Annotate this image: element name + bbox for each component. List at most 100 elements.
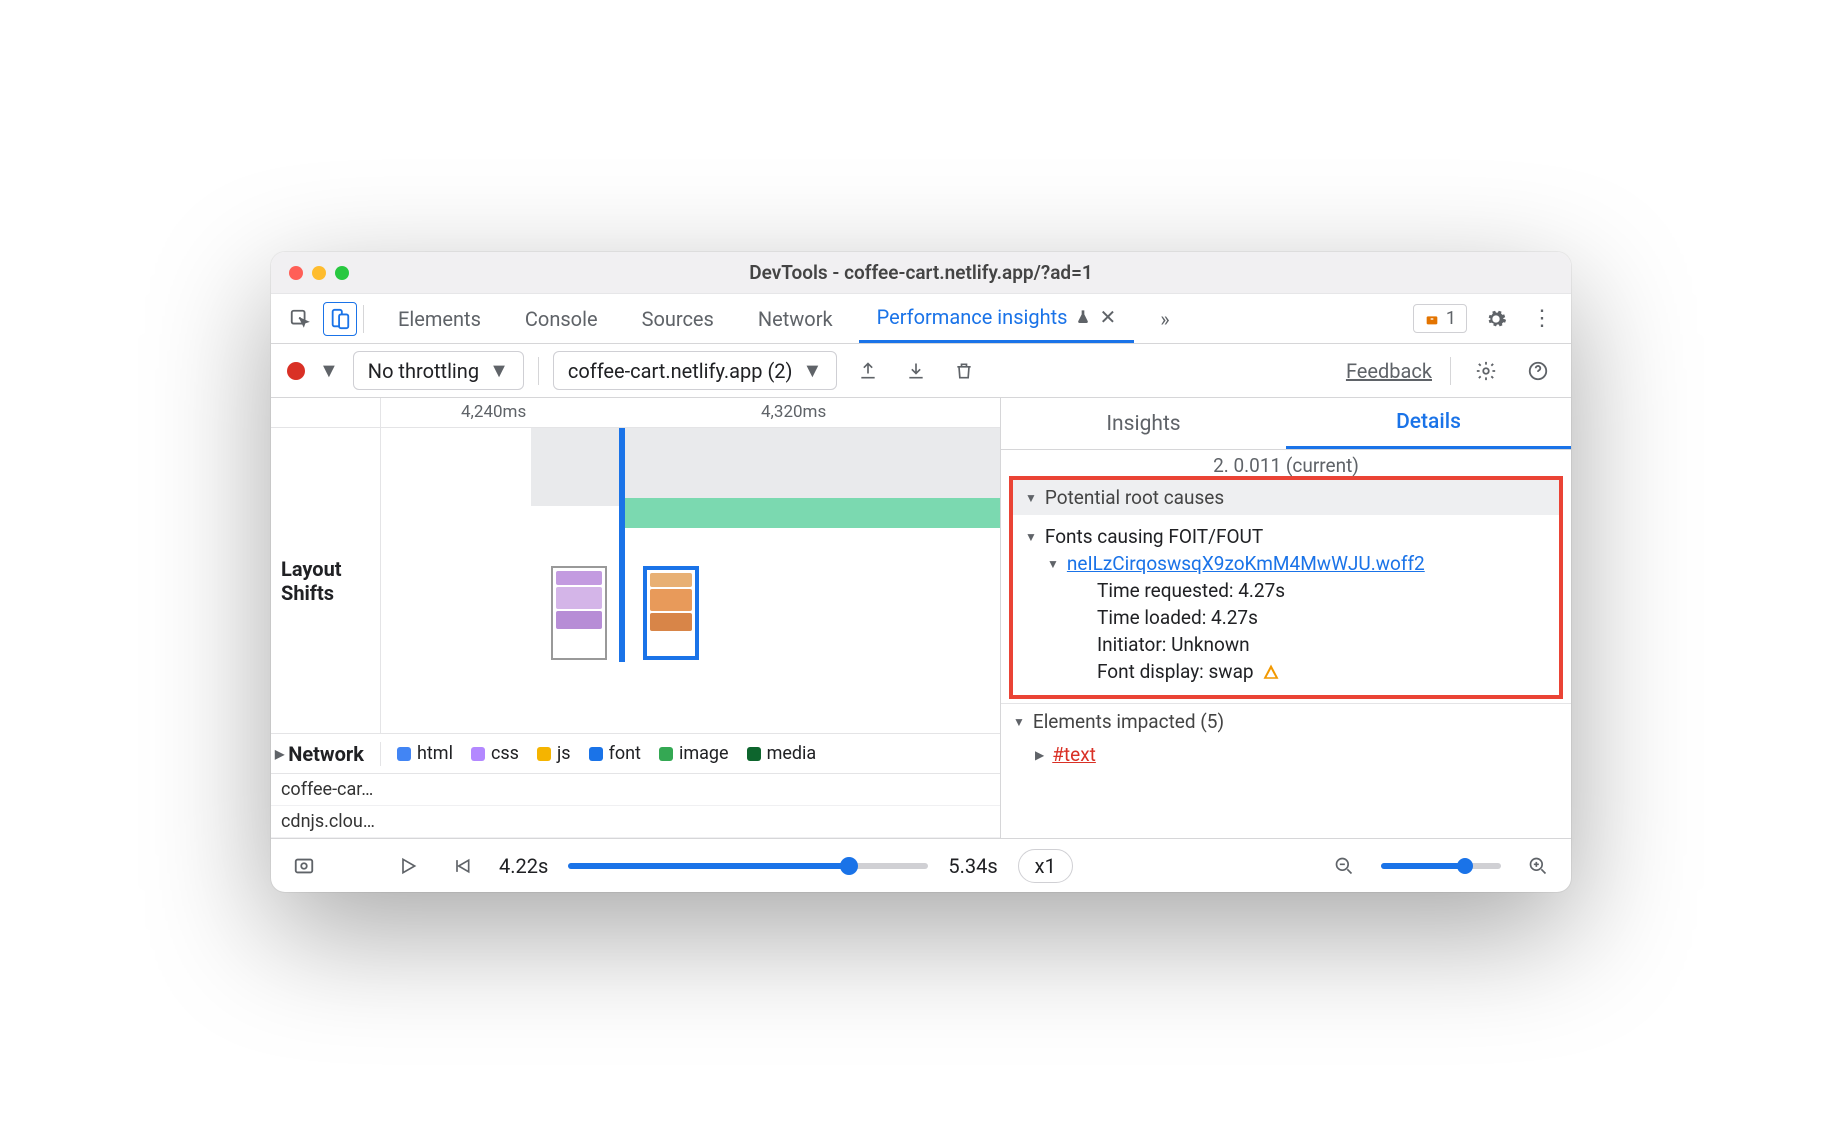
node-label: Fonts causing FOIT/FOUT: [1045, 525, 1263, 548]
tabrow-right: 1 ⋮: [1413, 302, 1559, 336]
detail-time-loaded: Time loaded: 4.27s: [1025, 604, 1547, 631]
more-tabs-button[interactable]: »: [1142, 294, 1187, 343]
section-elements-impacted[interactable]: ▼ Elements impacted (5): [1001, 704, 1571, 739]
detail-time-requested: Time requested: 4.27s: [1025, 577, 1547, 604]
record-dropdown-icon[interactable]: ▼: [319, 358, 339, 383]
playhead[interactable]: [619, 428, 625, 662]
inspect-icon[interactable]: [283, 302, 317, 336]
layout-shifts-row: Layout Shifts: [271, 428, 1000, 734]
help-icon[interactable]: [1521, 354, 1555, 388]
tab-elements[interactable]: Elements: [380, 294, 499, 343]
tab-console[interactable]: Console: [507, 294, 616, 343]
zoom-out-icon[interactable]: [1327, 849, 1361, 883]
font-file-link[interactable]: neILzCirqoswsqX9zoKmM4MwWJU.woff2: [1067, 552, 1425, 575]
network-label[interactable]: ▶ Network: [271, 742, 381, 766]
section-title: Elements impacted (5): [1033, 710, 1224, 733]
flask-icon: [1075, 309, 1091, 325]
timeline-region: [531, 428, 1000, 506]
import-icon[interactable]: [899, 354, 933, 388]
scrub-end-time: 5.34s: [948, 854, 997, 878]
legend-js: js: [537, 743, 571, 764]
chevron-down-icon: ▼: [803, 358, 823, 383]
throttling-label: No throttling: [368, 359, 479, 383]
impacted-element[interactable]: ▶ #text: [1001, 739, 1571, 766]
network-header-row: ▶ Network html css js font image media: [271, 734, 1000, 774]
scrub-start-time: 4.22s: [499, 854, 548, 878]
highlighted-section: ▼ Potential root causes ▼ Fonts causing …: [1009, 476, 1563, 699]
expand-icon: ▶: [1035, 748, 1044, 762]
tab-insights[interactable]: Insights: [1001, 398, 1286, 449]
timeline-region: [619, 498, 1000, 528]
skip-start-icon[interactable]: [445, 849, 479, 883]
perf-toolbar: ▼ No throttling ▼ coffee-cart.netlify.ap…: [271, 344, 1571, 398]
feedback-link[interactable]: Feedback: [1346, 359, 1432, 383]
traffic-lights: [271, 266, 349, 280]
devtools-window: DevTools - coffee-cart.netlify.app/?ad=1…: [271, 252, 1571, 892]
screenshot-thumbnail-selected[interactable]: [643, 566, 699, 660]
divider: [363, 305, 364, 333]
tree-node-font-file[interactable]: ▼ neILzCirqoswsqX9zoKmM4MwWJU.woff2: [1025, 550, 1547, 577]
legend-html: html: [397, 743, 453, 764]
warning-icon: [1424, 311, 1440, 327]
tab-network[interactable]: Network: [740, 294, 851, 343]
zoom-window-button[interactable]: [335, 266, 349, 280]
export-icon[interactable]: [851, 354, 885, 388]
network-file-row[interactable]: coffee-car…: [271, 774, 1000, 806]
layout-shifts-label: Layout Shifts: [271, 428, 381, 733]
divider: [1450, 357, 1451, 385]
zoom-in-icon[interactable]: [1521, 849, 1555, 883]
screenshot-thumbnail[interactable]: [551, 566, 607, 660]
tree-node-fonts[interactable]: ▼ Fonts causing FOIT/FOUT: [1025, 523, 1547, 550]
collapse-icon: ▼: [1025, 491, 1037, 505]
details-pane: Insights Details 2. 0.011 (current) ▼ Po…: [1001, 398, 1571, 838]
play-icon[interactable]: [391, 849, 425, 883]
collapse-icon: ▼: [1013, 715, 1025, 729]
close-window-button[interactable]: [289, 266, 303, 280]
network-file-row[interactable]: cdnjs.clou…: [271, 806, 1000, 838]
network-legend: html css js font image media: [381, 743, 816, 764]
collapse-icon: ▼: [1047, 557, 1059, 571]
legend-font: font: [589, 743, 641, 764]
timeline-pane: 4,240ms 4,320ms Layout Shifts: [271, 398, 1001, 838]
time-tick: 4,240ms: [461, 402, 526, 422]
window-title: DevTools - coffee-cart.netlify.app/?ad=1: [271, 261, 1571, 284]
throttling-select[interactable]: No throttling ▼: [353, 351, 524, 390]
expand-icon: ▶: [275, 747, 284, 761]
right-tabs: Insights Details: [1001, 398, 1571, 450]
seek-slider[interactable]: [568, 863, 928, 869]
page-select-label: coffee-cart.netlify.app (2): [568, 359, 793, 383]
legend-media: media: [747, 743, 817, 764]
elements-impacted-section: ▼ Elements impacted (5) ▶ #text: [1001, 703, 1571, 766]
warning-icon: [1262, 663, 1280, 681]
delete-icon[interactable]: [947, 354, 981, 388]
issues-count: 1: [1446, 308, 1456, 329]
chevron-down-icon: ▼: [489, 358, 509, 383]
playback-speed[interactable]: x1: [1018, 849, 1073, 883]
kebab-menu-icon[interactable]: ⋮: [1525, 302, 1559, 336]
close-tab-icon[interactable]: ✕: [1099, 305, 1116, 329]
record-button[interactable]: [287, 362, 305, 380]
tab-performance-insights[interactable]: Performance insights ✕: [859, 294, 1135, 343]
section-title: Potential root causes: [1045, 486, 1224, 509]
impacted-element-link[interactable]: #text: [1052, 743, 1096, 766]
details-content: 2. 0.011 (current) ▼ Potential root caus…: [1001, 450, 1571, 838]
panel-settings-icon[interactable]: [1469, 354, 1503, 388]
zoom-slider[interactable]: [1381, 863, 1501, 869]
playback-bar: 4.22s 5.34s x1: [271, 838, 1571, 892]
settings-icon[interactable]: [1479, 302, 1513, 336]
minimize-window-button[interactable]: [312, 266, 326, 280]
toggle-visibility-icon[interactable]: [287, 849, 321, 883]
tab-details[interactable]: Details: [1286, 398, 1571, 449]
section-root-causes[interactable]: ▼ Potential root causes: [1013, 480, 1559, 515]
tab-sources[interactable]: Sources: [624, 294, 732, 343]
device-toggle-icon[interactable]: [323, 302, 357, 336]
legend-css: css: [471, 743, 519, 764]
page-select[interactable]: coffee-cart.netlify.app (2) ▼: [553, 351, 837, 390]
title-bar: DevTools - coffee-cart.netlify.app/?ad=1: [271, 252, 1571, 294]
issues-badge[interactable]: 1: [1413, 304, 1467, 333]
layout-shifts-track[interactable]: [381, 428, 1000, 733]
divider: [538, 357, 539, 385]
content-area: 4,240ms 4,320ms Layout Shifts: [271, 398, 1571, 838]
main-tabs: Elements Console Sources Network Perform…: [380, 294, 1407, 343]
detail-font-display: Font display: swap: [1025, 658, 1547, 685]
